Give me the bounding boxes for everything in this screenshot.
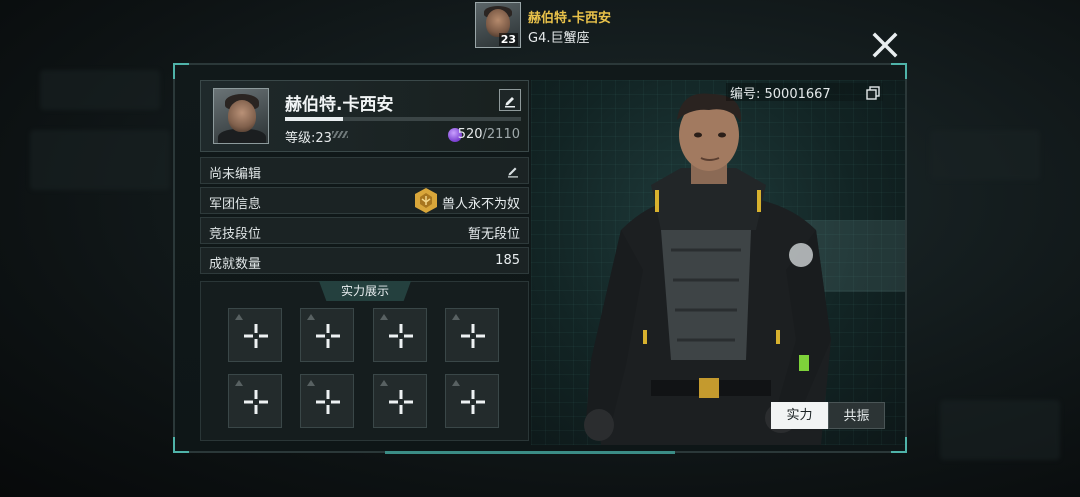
signature-text: 尚未编辑	[209, 167, 262, 182]
plus-icon	[316, 324, 340, 348]
legion-value: 兽人永不为奴	[441, 197, 520, 212]
plus-icon	[461, 324, 485, 348]
exp-bar-fill	[285, 117, 344, 121]
showcase-slot[interactable]	[300, 374, 354, 428]
showcase-slot[interactable]	[445, 308, 499, 362]
plus-icon	[389, 390, 413, 414]
copy-id-button[interactable]	[866, 85, 880, 100]
avatar-face	[228, 100, 256, 132]
player-id-text: 编号: 50001667	[730, 87, 831, 102]
legion-label: 军团信息	[209, 197, 262, 212]
legion-row[interactable]: 军团信息 兽人永不为奴	[200, 187, 529, 214]
panel-corner	[891, 63, 907, 79]
player-id: 编号: 50001667	[726, 83, 883, 102]
tab-strength[interactable]: 实力	[771, 402, 828, 429]
level-decoration	[332, 131, 348, 138]
slot-emblem-icon	[452, 380, 460, 386]
achievement-label: 成就数量	[209, 257, 262, 272]
header-avatar[interactable]: 23	[475, 2, 521, 48]
showcase-slot[interactable]	[373, 374, 427, 428]
signature-row[interactable]: 尚未编辑	[200, 157, 529, 184]
player-name: 赫伯特.卡西安	[285, 95, 394, 115]
slot-emblem-icon	[380, 380, 388, 386]
close-button[interactable]	[872, 32, 898, 58]
copy-icon	[866, 86, 880, 100]
plus-icon	[461, 390, 485, 414]
plus-icon	[244, 390, 268, 414]
exp-max: 2110	[486, 127, 520, 142]
legion-badge-icon	[415, 188, 437, 213]
arena-value: 暂无段位	[467, 227, 520, 242]
character-display	[531, 80, 905, 445]
plus-icon	[316, 390, 340, 414]
arena-label: 竞技段位	[209, 227, 262, 242]
slot-emblem-icon	[307, 314, 315, 320]
background-panel-right-2	[940, 400, 1060, 460]
level-label: 等级:23	[285, 131, 332, 146]
exp-text: 520/2110	[458, 127, 520, 142]
slot-emblem-icon	[307, 380, 315, 386]
achievement-row[interactable]: 成就数量 185	[200, 247, 529, 274]
arena-row: 竞技段位 暂无段位	[200, 217, 529, 244]
plus-icon	[389, 324, 413, 348]
header-server-sign: G4.巨蟹座	[528, 31, 590, 46]
slot-emblem-icon	[452, 314, 460, 320]
showcase-slot[interactable]	[445, 374, 499, 428]
panel-corner	[173, 437, 189, 453]
background-panel-left-2	[30, 130, 170, 190]
showcase-slot[interactable]	[228, 308, 282, 362]
slot-emblem-icon	[380, 314, 388, 320]
exp-current: 520	[457, 127, 483, 142]
showcase-title: 实力展示	[319, 281, 411, 301]
background-panel-right	[930, 130, 1040, 180]
panel-corner	[173, 63, 189, 79]
panel-accent-line	[385, 451, 675, 454]
showcase-slot[interactable]	[300, 308, 354, 362]
achievement-value: 185	[495, 253, 520, 268]
showcase-slot[interactable]	[373, 308, 427, 362]
edit-icon	[505, 97, 515, 108]
edit-name-button[interactable]	[499, 89, 521, 111]
plus-icon	[244, 324, 268, 348]
profile-card: 赫伯特.卡西安 等级:23 520/2110	[200, 80, 529, 152]
character-portrait	[584, 93, 831, 445]
pencil-icon[interactable]	[506, 164, 520, 178]
avatar[interactable]	[213, 88, 269, 144]
header-player-name: 赫伯特.卡西安	[528, 11, 611, 26]
background-panel-left	[40, 70, 160, 110]
close-icon	[872, 32, 898, 58]
slot-emblem-icon	[235, 380, 243, 386]
slot-emblem-icon	[235, 314, 243, 320]
header-level-badge: 23	[498, 33, 518, 46]
showcase-slot[interactable]	[228, 374, 282, 428]
exp-bar	[285, 117, 521, 121]
tab-resonance[interactable]: 共振	[828, 402, 885, 429]
